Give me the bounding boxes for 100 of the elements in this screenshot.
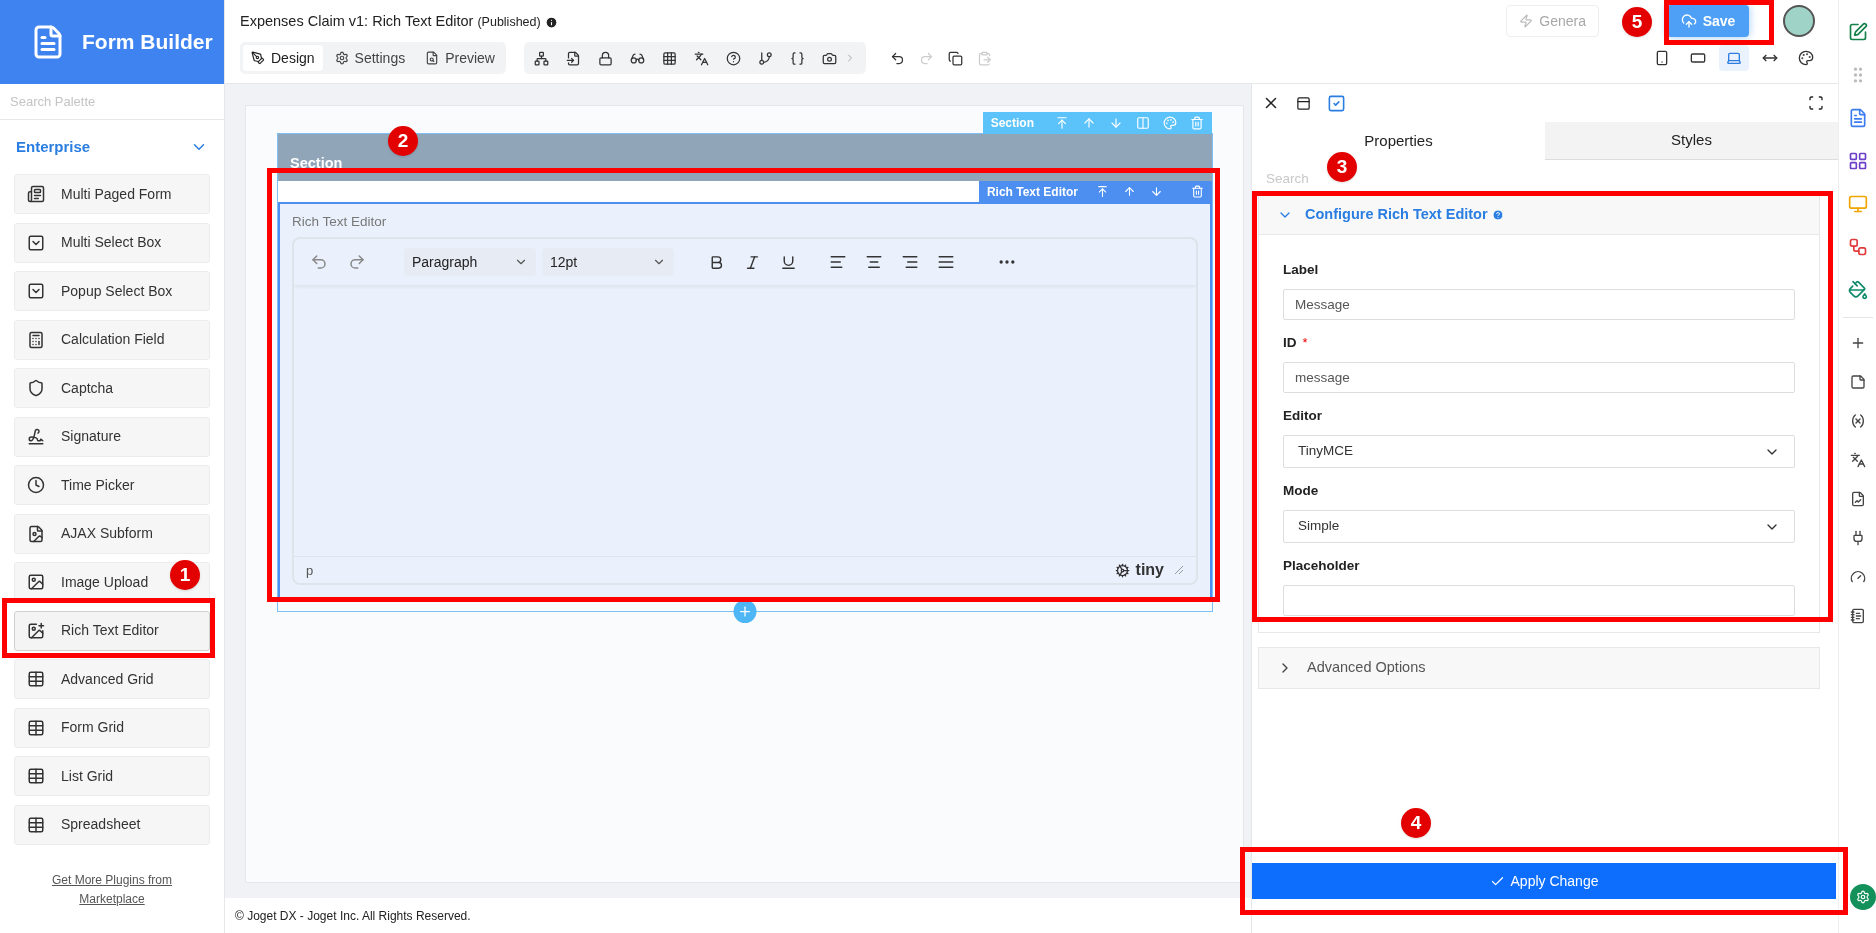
editor-brand: tiny (1135, 562, 1164, 579)
palette-item-icon (27, 670, 45, 688)
palette-item-icon (27, 185, 45, 203)
palette-item-icon (27, 476, 45, 494)
palette-item[interactable]: Calculation Field (14, 319, 210, 360)
move-top-icon[interactable] (1096, 185, 1109, 198)
status-label: (Published) (477, 13, 541, 31)
palette-item-icon (27, 815, 45, 834)
text-field[interactable] (1283, 585, 1795, 616)
group-header[interactable]: Configure Rich Text Editor (1259, 195, 1819, 235)
pencil-square-icon[interactable] (1847, 22, 1868, 42)
help-icon (1491, 208, 1504, 221)
field-label: Placeholder (1283, 556, 1360, 575)
mode-tab[interactable]: Settings (326, 45, 414, 71)
palette-item-icon (27, 524, 45, 543)
form-input-icon[interactable] (566, 50, 581, 66)
workflow-icon[interactable] (1847, 237, 1868, 257)
palette-item[interactable]: AJAX Subform (14, 513, 210, 554)
palette-item[interactable]: Signature (14, 416, 210, 457)
camera-icon[interactable] (822, 50, 837, 66)
italic-icon[interactable] (744, 253, 761, 271)
arrow-up-icon[interactable] (1123, 185, 1136, 198)
palette-item-icon (27, 767, 45, 785)
palette-item[interactable]: Advanced Grid (14, 659, 210, 699)
table-icon[interactable] (1847, 151, 1868, 171)
braces-icon[interactable] (790, 50, 805, 66)
translate-icon[interactable] (1849, 452, 1866, 468)
palette-item[interactable]: Rich Text Editor (14, 610, 210, 651)
avatar[interactable] (1783, 5, 1815, 37)
field-label: Label (1283, 260, 1319, 279)
palette-item[interactable]: Spreadsheet (14, 804, 210, 845)
palette-item-icon (27, 427, 45, 446)
field-label: Mode (1283, 481, 1319, 500)
grid-icon[interactable] (662, 50, 677, 66)
trash-icon[interactable] (1191, 185, 1204, 198)
element-path: p (306, 561, 314, 580)
gear-icon (334, 51, 349, 65)
search-field[interactable]: Search Palette (0, 84, 224, 120)
lock-icon[interactable] (598, 50, 613, 66)
help-icon[interactable] (726, 50, 741, 66)
underline-icon[interactable] (780, 253, 797, 271)
text-field[interactable]: Message (1283, 289, 1795, 320)
palette-item-icon (27, 330, 45, 349)
mode-tab[interactable]: Design (243, 45, 323, 71)
palette-item-icon (27, 718, 45, 737)
add-button[interactable] (733, 600, 757, 624)
field-label: Editor (1283, 406, 1322, 425)
field-label: ID (1283, 333, 1297, 352)
mode-tab[interactable]: Preview (417, 45, 503, 71)
magnifier-document-icon (425, 51, 440, 65)
gear-icon (1856, 890, 1870, 904)
palette-item[interactable]: Multi Paged Form (14, 174, 210, 214)
arrow-down-icon[interactable] (1150, 185, 1163, 198)
checkbox-icon[interactable] (1327, 93, 1346, 113)
group-header[interactable]: Advanced Options (1258, 647, 1820, 689)
sticky-note-icon[interactable] (1849, 374, 1866, 390)
paint-bucket-icon[interactable] (1847, 280, 1868, 300)
palette-item-icon (27, 282, 45, 300)
rich-text-editor[interactable]: Paragraph 12pt p tiny (292, 237, 1198, 586)
chart-document-icon[interactable] (1849, 491, 1866, 507)
translate-icon[interactable] (694, 50, 709, 66)
block-format-select[interactable]: Paragraph (404, 248, 536, 277)
fullscreen-icon[interactable] (1808, 95, 1824, 111)
palette-item[interactable]: Popup Select Box (14, 271, 210, 311)
settings-button[interactable] (1850, 884, 1876, 910)
palette-item[interactable]: Form Grid (14, 707, 210, 748)
text-field[interactable]: message (1283, 362, 1795, 393)
palette-item[interactable]: Time Picker (14, 465, 210, 505)
palette-item[interactable]: Multi Select Box (14, 222, 210, 263)
cloud-upload-icon (1680, 13, 1697, 29)
resize-handle-icon[interactable] (1174, 565, 1184, 576)
variable-icon[interactable] (1849, 413, 1866, 429)
apply-change-button[interactable]: Apply Change (1252, 863, 1836, 899)
app-title: Form Builder (82, 29, 213, 56)
group-header[interactable]: Enterprise (0, 120, 224, 174)
gauge-icon[interactable] (1849, 569, 1866, 585)
palette-item-icon (27, 573, 45, 591)
palette-item[interactable]: List Grid (14, 756, 210, 796)
select-field[interactable]: Simple (1283, 510, 1795, 543)
group-title: Configure Rich Text Editor (1305, 204, 1488, 224)
info-icon (544, 15, 558, 29)
section-title: Section (290, 154, 343, 174)
palette-item-icon (27, 621, 45, 640)
panel-tab[interactable]: Styles (1545, 122, 1838, 160)
select-field[interactable]: TinyMCE (1283, 435, 1795, 468)
sitemap-icon[interactable] (534, 50, 549, 66)
notebook-icon[interactable] (1849, 608, 1866, 624)
palette-item-icon (27, 379, 45, 397)
undo-icon[interactable] (890, 50, 905, 66)
palette-item[interactable]: Captcha (14, 368, 210, 408)
redo-icon[interactable] (348, 253, 366, 272)
panel-icon[interactable] (1296, 95, 1311, 111)
tablet-icon (1690, 50, 1706, 66)
font-size-select[interactable]: 12pt (542, 248, 674, 277)
pen-ruler-icon (251, 51, 265, 65)
palette-icon (1798, 50, 1814, 66)
copy-icon[interactable] (948, 50, 963, 66)
required-mark: * (1302, 334, 1308, 353)
branch-icon[interactable] (758, 50, 773, 66)
marketplace-link[interactable]: Get More Plugins from Marketplace (42, 870, 182, 909)
